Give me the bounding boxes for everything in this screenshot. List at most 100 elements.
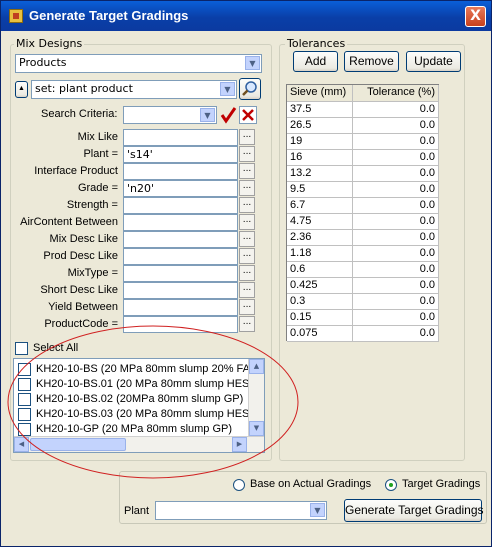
mix-list-item[interactable]: KH20-10-BS.03 (20 MPa 80mm slump HES) bbox=[18, 407, 258, 423]
chevron-down-icon[interactable]: ▼ bbox=[200, 108, 215, 122]
grid-column-header[interactable]: Tolerance (%) bbox=[353, 85, 439, 102]
sieve-cell[interactable]: 37.5 bbox=[287, 102, 353, 118]
tolerance-cell[interactable]: 0.0 bbox=[353, 246, 439, 262]
criteria-lookup-button[interactable]: ... bbox=[239, 282, 255, 298]
mix-item-checkbox[interactable] bbox=[18, 378, 31, 391]
grid-column-header[interactable]: Sieve (mm) bbox=[287, 85, 353, 102]
update-button[interactable]: Update bbox=[406, 51, 461, 72]
criteria-lookup-button[interactable]: ... bbox=[239, 316, 255, 332]
mix-item-label: KH20-10-GP (20 MPa 80mm slump GP) bbox=[36, 423, 233, 435]
clear-x-icon[interactable] bbox=[239, 106, 257, 124]
criteria-value-field[interactable] bbox=[123, 163, 238, 180]
generate-target-gradings-button[interactable]: Generate Target Gradings bbox=[344, 499, 484, 522]
scroll-right-arrow-icon[interactable]: ▶ bbox=[232, 437, 247, 452]
tolerance-cell[interactable]: 0.0 bbox=[353, 102, 439, 118]
criteria-value-field[interactable] bbox=[123, 299, 238, 316]
add-button[interactable]: Add bbox=[293, 51, 338, 72]
criteria-lookup-button[interactable]: ... bbox=[239, 299, 255, 315]
tolerance-cell[interactable]: 0.0 bbox=[353, 134, 439, 150]
remove-button[interactable]: Remove bbox=[344, 51, 399, 72]
scroll-down-arrow-icon[interactable]: ▼ bbox=[249, 421, 264, 436]
sieve-cell[interactable]: 2.36 bbox=[287, 230, 353, 246]
mix-item-checkbox[interactable] bbox=[18, 363, 31, 376]
mix-list-item[interactable]: KH20-10-BS (20 MPa 80mm slump 20% FA) bbox=[18, 362, 258, 378]
sieve-cell[interactable]: 0.15 bbox=[287, 310, 353, 326]
sieve-cell[interactable]: 6.7 bbox=[287, 198, 353, 214]
mix-list-item[interactable]: KH20-10-BS.02 (20MPa 80mm slump GP) bbox=[18, 392, 258, 408]
criteria-lookup-button[interactable]: ... bbox=[239, 197, 255, 213]
criteria-lookup-button[interactable]: ... bbox=[239, 180, 255, 196]
horizontal-scrollbar[interactable]: ◀ ▶ bbox=[14, 436, 264, 452]
criteria-value-field[interactable] bbox=[123, 231, 238, 248]
sieve-cell[interactable]: 0.425 bbox=[287, 278, 353, 294]
tolerance-cell[interactable]: 0.0 bbox=[353, 118, 439, 134]
search-criteria-select[interactable]: ▼ bbox=[123, 106, 217, 124]
tolerance-cell[interactable]: 0.0 bbox=[353, 214, 439, 230]
criteria-label: AirContent Between bbox=[20, 216, 118, 228]
tolerance-cell[interactable]: 0.0 bbox=[353, 262, 439, 278]
sieve-cell[interactable]: 26.5 bbox=[287, 118, 353, 134]
sieve-cell[interactable]: 1.18 bbox=[287, 246, 353, 262]
vertical-scrollbar[interactable]: ▲ ▼ bbox=[248, 359, 264, 436]
tolerance-cell[interactable]: 0.0 bbox=[353, 182, 439, 198]
criteria-value-field[interactable]: 's14' bbox=[123, 146, 238, 163]
sieve-cell[interactable]: 13.2 bbox=[287, 166, 353, 182]
target-gradings-radio[interactable] bbox=[385, 479, 397, 491]
sieve-cell[interactable]: 0.075 bbox=[287, 326, 353, 342]
scroll-up-arrow-icon[interactable]: ▲ bbox=[249, 359, 264, 374]
criteria-value-field[interactable] bbox=[123, 316, 238, 333]
search-button[interactable] bbox=[239, 78, 261, 100]
close-button[interactable]: X bbox=[465, 6, 486, 27]
chevron-down-icon[interactable]: ▼ bbox=[310, 503, 325, 517]
criteria-lookup-button[interactable]: ... bbox=[239, 214, 255, 230]
tolerance-cell[interactable]: 0.0 bbox=[353, 294, 439, 310]
criteria-value-field[interactable] bbox=[123, 265, 238, 282]
mix-item-checkbox[interactable] bbox=[18, 408, 31, 421]
criteria-value-field[interactable] bbox=[123, 129, 238, 146]
tolerance-cell[interactable]: 0.0 bbox=[353, 166, 439, 182]
criteria-value-field[interactable] bbox=[123, 282, 238, 299]
type-select[interactable]: Products ▼ bbox=[15, 54, 262, 73]
criteria-lookup-button[interactable]: ... bbox=[239, 146, 255, 162]
base-on-actual-label: Base on Actual Gradings bbox=[250, 478, 372, 490]
criteria-lookup-button[interactable]: ... bbox=[239, 163, 255, 179]
scroll-up-button[interactable]: ▲ bbox=[15, 81, 28, 98]
sieve-cell[interactable]: 19 bbox=[287, 134, 353, 150]
criteria-lookup-button[interactable]: ... bbox=[239, 129, 255, 145]
set-select[interactable]: set: plant product ▼ bbox=[31, 80, 237, 99]
apply-check-icon[interactable] bbox=[220, 106, 237, 124]
sieve-cell[interactable]: 9.5 bbox=[287, 182, 353, 198]
mix-item-checkbox[interactable] bbox=[18, 393, 31, 406]
criteria-value-field[interactable] bbox=[123, 248, 238, 265]
criteria-value-field[interactable]: 'n20' bbox=[123, 180, 238, 197]
generate-target-gradings-window: Generate Target Gradings X Mix Designs P… bbox=[0, 0, 492, 547]
scroll-thumb[interactable] bbox=[30, 438, 126, 451]
window-title: Generate Target Gradings bbox=[29, 8, 189, 23]
criteria-lookup-button[interactable]: ... bbox=[239, 265, 255, 281]
tolerance-cell[interactable]: 0.0 bbox=[353, 326, 439, 342]
sieve-cell[interactable]: 0.6 bbox=[287, 262, 353, 278]
tolerance-cell[interactable]: 0.0 bbox=[353, 150, 439, 166]
select-all-checkbox[interactable] bbox=[15, 342, 28, 355]
base-on-actual-radio[interactable] bbox=[233, 479, 245, 491]
sieve-cell[interactable]: 4.75 bbox=[287, 214, 353, 230]
criteria-label: Mix Like bbox=[77, 131, 118, 143]
mix-list[interactable]: KH20-10-BS (20 MPa 80mm slump 20% FA) KH2… bbox=[13, 358, 265, 453]
tolerance-cell[interactable]: 0.0 bbox=[353, 278, 439, 294]
criteria-value-field[interactable] bbox=[123, 214, 238, 231]
mix-item-checkbox[interactable] bbox=[18, 423, 31, 436]
sieve-cell[interactable]: 16 bbox=[287, 150, 353, 166]
chevron-down-icon[interactable]: ▼ bbox=[245, 56, 260, 70]
scroll-left-arrow-icon[interactable]: ◀ bbox=[14, 437, 29, 452]
criteria-lookup-button[interactable]: ... bbox=[239, 231, 255, 247]
plant-select[interactable]: ▼ bbox=[155, 501, 327, 520]
tolerance-cell[interactable]: 0.0 bbox=[353, 230, 439, 246]
tolerance-cell[interactable]: 0.0 bbox=[353, 198, 439, 214]
mix-list-item[interactable]: KH20-10-BS.01 (20 MPa 80mm slump HES 20 bbox=[18, 377, 258, 393]
tolerance-cell[interactable]: 0.0 bbox=[353, 310, 439, 326]
criteria-value-field[interactable] bbox=[123, 197, 238, 214]
chevron-down-icon[interactable]: ▼ bbox=[220, 82, 235, 96]
type-select-value: Products bbox=[19, 56, 67, 69]
sieve-cell[interactable]: 0.3 bbox=[287, 294, 353, 310]
criteria-lookup-button[interactable]: ... bbox=[239, 248, 255, 264]
